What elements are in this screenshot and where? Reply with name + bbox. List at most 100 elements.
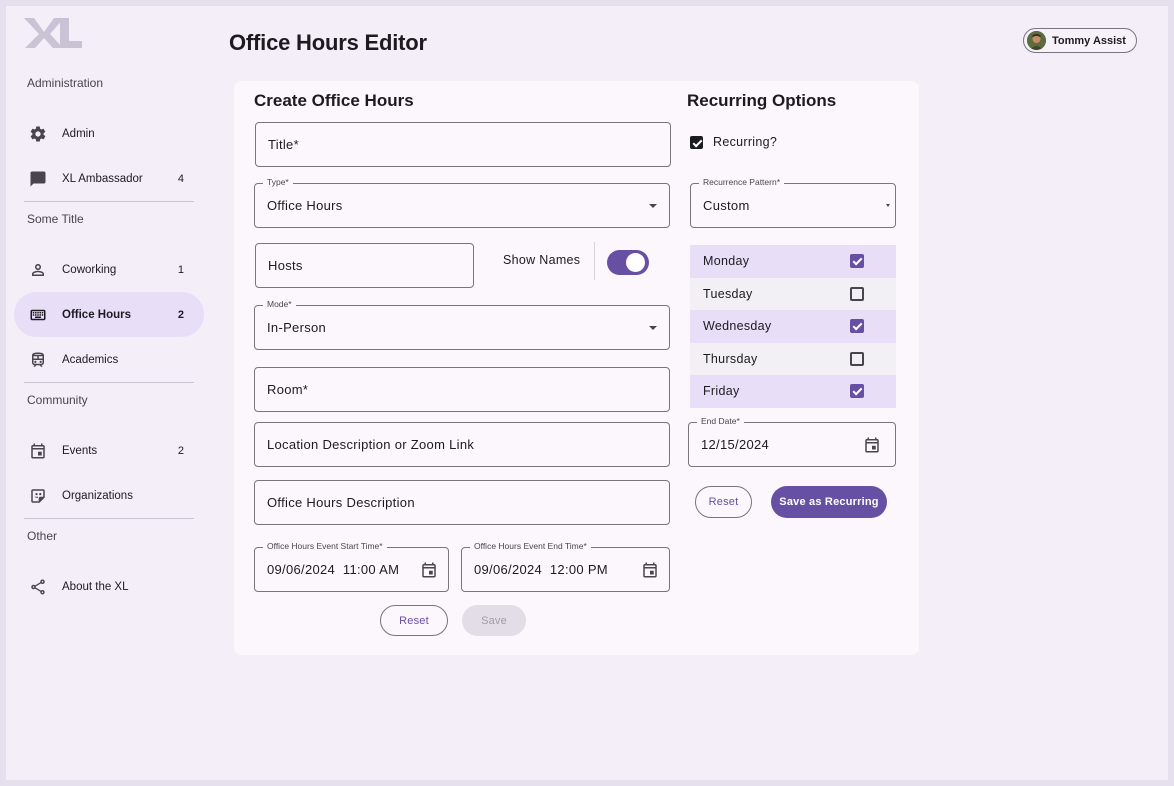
day-row-friday[interactable]: Friday <box>690 375 896 408</box>
sidebar-item-office-hours[interactable]: Office Hours 2 <box>14 292 204 337</box>
start-time-label: Office Hours Event Start Time* <box>263 541 387 551</box>
section-title-some-title: Some Title <box>27 212 84 226</box>
hosts-placeholder: Hosts <box>268 258 303 273</box>
days-list: Monday Tuesday Wednesday Thursday Friday <box>690 245 896 408</box>
app-window: Administration Admin XL Ambassador 4 Som… <box>6 6 1168 780</box>
sidebar-item-label: Admin <box>62 127 95 140</box>
sidebar-item-about-the-xl[interactable]: About the XL <box>14 564 204 609</box>
sidebar-item-badge: 1 <box>177 263 184 276</box>
sidebar-item-badge: 2 <box>177 308 184 321</box>
day-row-tuesday[interactable]: Tuesday <box>690 277 896 310</box>
sidebar-item-xl-ambassador[interactable]: XL Ambassador 4 <box>14 156 204 201</box>
day-name: Monday <box>703 254 750 269</box>
calendar-icon[interactable] <box>420 561 438 579</box>
sidebar-item-label: Organizations <box>62 489 133 502</box>
calendar-icon[interactable] <box>641 561 659 579</box>
dropdown-arrow-icon <box>649 203 657 208</box>
section-title-administration: Administration <box>27 76 104 90</box>
sidebar-item-events[interactable]: Events 2 <box>14 428 204 473</box>
person-icon <box>28 260 48 280</box>
show-names-label: Show Names <box>503 253 581 267</box>
day-name: Thursday <box>703 351 758 366</box>
mode-label: Mode* <box>263 299 296 309</box>
sidebar-item-label: Coworking <box>62 263 117 276</box>
recurrence-pattern-value: Custom <box>703 198 750 213</box>
sidebar-item-admin[interactable]: Admin <box>14 111 204 156</box>
create-office-hours-title: Create Office Hours <box>254 91 414 110</box>
sidebar-item-label: Events <box>62 444 98 457</box>
mode-value: In-Person <box>267 320 327 335</box>
section-title-community: Community <box>27 393 88 407</box>
calendar-icon <box>28 441 48 461</box>
recurring-checkbox-row[interactable]: Recurring? <box>690 135 777 149</box>
show-names-toggle[interactable] <box>607 250 649 275</box>
day-row-monday[interactable]: Monday <box>690 245 896 278</box>
day-checkbox[interactable] <box>850 286 864 301</box>
section-title-other: Other <box>27 529 58 543</box>
sidebar-item-label: About the XL <box>62 580 129 593</box>
sidebar-item-academics[interactable]: Academics <box>14 337 204 382</box>
recurring-checkbox[interactable] <box>690 135 703 149</box>
chat-icon <box>28 169 48 189</box>
sidebar-item-label: XL Ambassador <box>62 172 143 185</box>
keyboard-icon <box>28 305 48 325</box>
day-checkbox[interactable] <box>850 319 864 334</box>
recurrence-pattern-select[interactable]: Recurrence Pattern* Custom <box>690 177 896 228</box>
day-name: Wednesday <box>703 319 772 334</box>
end-date-label: End Date* <box>697 416 744 426</box>
end-time-value: 09/06/2024 12:00 PM <box>474 562 608 577</box>
sidebar-item-coworking[interactable]: Coworking 1 <box>14 247 204 292</box>
day-checkbox[interactable] <box>850 351 864 366</box>
save-as-recurring-button[interactable]: Save as Recurring <box>771 486 887 518</box>
recurring-options-title: Recurring Options <box>687 91 837 110</box>
page-title: Office Hours Editor <box>229 30 427 55</box>
sidebar-item-label: Academics <box>62 353 119 366</box>
dropdown-arrow-icon <box>649 325 657 330</box>
day-checkbox[interactable] <box>850 254 864 269</box>
type-value: Office Hours <box>267 198 343 213</box>
end-time-field[interactable]: Office Hours Event End Time* 09/06/2024 … <box>461 541 670 592</box>
bus-icon <box>28 350 48 370</box>
hosts-field[interactable]: Hosts <box>255 243 474 288</box>
user-name: Tommy Assist <box>1052 34 1126 47</box>
end-time-label: Office Hours Event End Time* <box>470 541 591 551</box>
sidebar-item-badge: 4 <box>177 172 184 185</box>
share-icon <box>28 577 48 597</box>
mode-select[interactable]: Mode* In-Person <box>254 299 670 350</box>
room-placeholder: Room* <box>267 382 309 397</box>
recurring-reset-button[interactable]: Reset <box>695 486 752 518</box>
sidebar-item-organizations[interactable]: Organizations <box>14 473 204 518</box>
start-time-field[interactable]: Office Hours Event Start Time* 09/06/202… <box>254 541 449 592</box>
calendar-icon[interactable] <box>863 436 881 454</box>
sidebar-item-badge: 2 <box>177 444 184 457</box>
user-chip[interactable]: Tommy Assist <box>1023 28 1137 53</box>
gear-icon <box>28 124 48 144</box>
day-checkbox[interactable] <box>850 384 864 399</box>
type-label: Type* <box>263 177 293 187</box>
reset-button[interactable]: Reset <box>380 605 448 636</box>
dropdown-arrow-icon <box>886 203 890 207</box>
location-placeholder: Location Description or Zoom Link <box>267 437 475 452</box>
avatar <box>1027 31 1046 50</box>
location-field[interactable]: Location Description or Zoom Link <box>254 422 670 467</box>
title-placeholder: Title* <box>268 137 299 152</box>
recurrence-pattern-label: Recurrence Pattern* <box>699 177 785 187</box>
toggle-divider <box>594 242 595 280</box>
end-date-field[interactable]: End Date* 12/15/2024 <box>688 416 896 467</box>
room-field[interactable]: Room* <box>254 367 670 412</box>
day-row-thursday[interactable]: Thursday <box>690 342 896 375</box>
day-name: Tuesday <box>703 286 753 301</box>
recurring-checkbox-label: Recurring? <box>713 135 778 149</box>
emoji-icon <box>28 486 48 506</box>
office-hours-card: Create Office Hours Title* Type* Office … <box>234 81 919 655</box>
type-select[interactable]: Type* Office Hours <box>254 177 670 228</box>
day-row-wednesday[interactable]: Wednesday <box>690 310 896 343</box>
sidebar-item-label: Office Hours <box>62 308 132 321</box>
save-button[interactable]: Save <box>462 605 526 636</box>
toggle-knob <box>626 253 645 272</box>
day-name: Friday <box>703 384 740 399</box>
xl-logo[interactable] <box>22 16 82 50</box>
title-field[interactable]: Title* <box>255 122 671 167</box>
description-field[interactable]: Office Hours Description <box>254 480 670 525</box>
sidebar: Administration Admin XL Ambassador 4 Som… <box>14 66 204 609</box>
